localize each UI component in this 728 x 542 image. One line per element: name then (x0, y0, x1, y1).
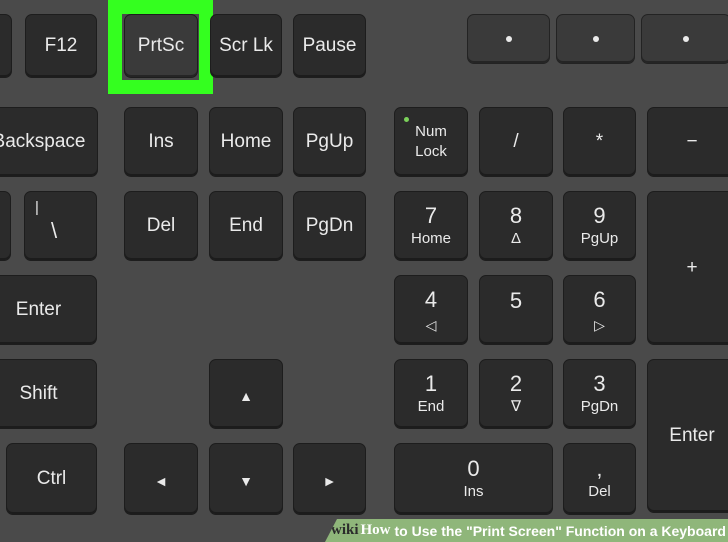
key-num8[interactable]: 8 Δ (479, 191, 553, 261)
caption-how: How (360, 522, 391, 538)
key-label: Home (220, 131, 272, 152)
key-ins[interactable]: Ins (124, 107, 198, 177)
key-label: 1 (424, 371, 438, 396)
key-sublabel: Del (588, 483, 611, 500)
caption-banner: wiki How to Use the "Print Screen" Functio… (325, 519, 728, 542)
key-label: + (686, 257, 698, 278)
key-f12[interactable]: F12 (25, 14, 97, 78)
indicator-dot (683, 36, 689, 42)
key-sublabel: ◁ (425, 317, 437, 333)
key-numpad-decimal[interactable]: ‚ Del (563, 443, 636, 515)
indicator-dot (505, 36, 512, 42)
key-num3[interactable]: 3 PgDn (563, 359, 636, 429)
key-arrow-down[interactable]: ▼ (209, 443, 283, 515)
key-num9[interactable]: 9 PgUp (563, 191, 636, 261)
key-label: Ctrl (36, 468, 67, 489)
key-label: ‚ (597, 456, 602, 481)
key-sublabel: Δ (510, 230, 522, 247)
key-del[interactable]: Del (124, 191, 198, 261)
key-divide[interactable]: / (479, 107, 553, 177)
arrow-down-icon: ▼ (239, 473, 253, 489)
key-label: Ins (148, 131, 174, 152)
indicator-light-1 (467, 14, 550, 64)
key-pgup[interactable]: PgUp (293, 107, 366, 177)
key-minus[interactable]: − (647, 107, 728, 177)
key-backspace[interactable]: Backspace (0, 107, 98, 177)
key-pgdn[interactable]: PgDn (293, 191, 366, 261)
wikihow-logo: wiki (331, 522, 359, 538)
key-label: PgUp (305, 131, 354, 152)
key-num6[interactable]: 6 ▷ (563, 275, 636, 345)
key-label: Del (146, 215, 176, 236)
key-label: Shift (19, 383, 58, 404)
key-num1[interactable]: 1 End (394, 359, 468, 429)
key-sublabel: ∇ (510, 398, 522, 415)
key-num7[interactable]: 7 Home (394, 191, 468, 261)
key-label: PgDn (305, 215, 354, 236)
key-label: Scr Lk (219, 35, 273, 56)
key-label: 7 (424, 203, 438, 228)
key-sublabel: Ins (463, 483, 484, 500)
key-num5[interactable]: 5 (479, 275, 553, 345)
indicator-light-3 (641, 14, 728, 64)
key-label: 2 (509, 371, 523, 396)
key-label: 8 (509, 203, 523, 228)
key-num4[interactable]: 4 ◁ (394, 275, 468, 345)
key-scrlk[interactable]: Scr Lk (210, 14, 282, 78)
key-label: − (686, 131, 698, 152)
key-sublabel: ▷ (594, 317, 605, 333)
key-arrow-up[interactable]: ▲ (209, 359, 283, 429)
key-label: 4 (424, 287, 438, 312)
key-backslash[interactable]: | \ (24, 191, 97, 261)
indicator-light-2 (556, 14, 635, 64)
arrow-right-icon: ► (322, 473, 337, 489)
key-sublabel: End (417, 398, 445, 415)
key-numlock[interactable]: Num Lock (394, 107, 468, 177)
key-label: \ (51, 218, 58, 243)
key-label: Num (415, 123, 447, 140)
key-label: End (229, 215, 263, 236)
key-label: | (35, 199, 39, 216)
key-enter[interactable]: Enter (0, 275, 97, 345)
key-label: 0 (467, 456, 480, 481)
key-label: Backspace (0, 131, 86, 152)
arrow-left-icon: ◄ (154, 473, 168, 489)
key-num0[interactable]: 0 Ins (394, 443, 553, 515)
key-sublabel: PgDn (580, 398, 619, 415)
indicator-dot (592, 36, 599, 42)
key-numpad-enter[interactable]: Enter (647, 359, 728, 513)
key-multiply[interactable]: * (563, 107, 636, 177)
key-label: Enter (15, 299, 62, 320)
caption-text: to Use the "Print Screen" Function on a … (394, 522, 726, 539)
highlight-frame (108, 0, 213, 94)
key-partial-left[interactable] (0, 14, 12, 78)
key-label: 9 (593, 203, 606, 228)
key-label: Pause (302, 35, 357, 56)
key-label: * (595, 131, 604, 152)
key-label: Enter (669, 425, 715, 446)
key-label: 3 (593, 371, 606, 396)
key-pause[interactable]: Pause (293, 14, 366, 78)
key-label: / (513, 131, 519, 152)
key-num2[interactable]: 2 ∇ (479, 359, 553, 429)
numlock-led (404, 117, 409, 122)
key-arrow-left[interactable]: ◄ (124, 443, 198, 515)
key-label: F12 (44, 35, 78, 56)
key-shift[interactable]: Shift (0, 359, 97, 429)
keyboard: F12 PrtSc Scr Lk Pause Backspace Ins Hom… (0, 0, 728, 542)
key-end[interactable]: End (209, 191, 283, 261)
key-label: Lock (415, 143, 447, 160)
key-partial-left[interactable] (0, 191, 11, 261)
key-sublabel: Home (410, 230, 451, 247)
key-ctrl[interactable]: Ctrl (6, 443, 97, 515)
key-label: 5 (509, 288, 523, 313)
key-arrow-right[interactable]: ► (293, 443, 366, 515)
key-home[interactable]: Home (209, 107, 283, 177)
key-label: 6 (593, 287, 606, 312)
key-sublabel: PgUp (580, 230, 619, 247)
key-plus[interactable]: + (647, 191, 728, 345)
arrow-up-icon: ▲ (239, 388, 253, 404)
